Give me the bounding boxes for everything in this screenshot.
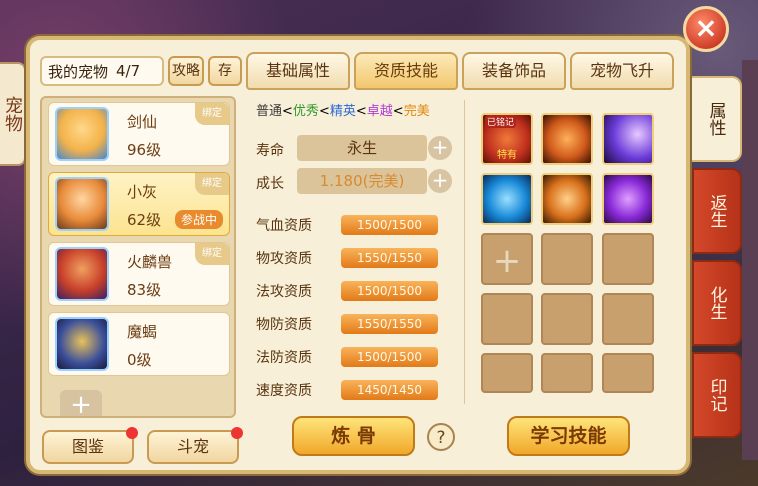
pet-name: 魔蝎 [127, 323, 158, 341]
quality-good: 优秀 [292, 104, 319, 119]
growth-label: 成长 [256, 176, 284, 192]
aptitude-label: 物防资质 [256, 317, 312, 333]
aptitude-label: 气血资质 [256, 218, 312, 234]
quality-separator: < [282, 104, 293, 119]
empty-skill-slot[interactable] [541, 353, 593, 393]
side-tab-rebirth[interactable]: 返生 [692, 168, 742, 254]
plus-icon: + [492, 241, 522, 281]
quality-separator: < [392, 104, 404, 119]
skill-icon[interactable] [541, 173, 593, 225]
handbook-button[interactable]: 图鉴 [42, 427, 138, 464]
pet-count: 4/7 [116, 62, 141, 80]
plus-icon: + [70, 390, 92, 418]
pet-list: 剑仙 96级 绑定 小灰 62级 绑定 参战中 火麟兽 83级 绑定 魔蝎 0级… [40, 96, 236, 418]
pet-count-box: 我的宠物 4/7 [40, 56, 164, 86]
aptitude-value: 1550/1550 [341, 248, 438, 268]
pet-list-item[interactable]: 火麟兽 83级 绑定 [48, 242, 230, 306]
store-button[interactable]: 存 [208, 56, 242, 86]
add-skill-slot[interactable]: + [481, 233, 533, 285]
aptitude-label: 法防资质 [256, 350, 312, 366]
refine-bone-button[interactable]: 炼 骨 [292, 416, 415, 456]
aptitude-label: 速度资质 [256, 383, 312, 399]
skill-icon[interactable] [602, 173, 654, 225]
quality-normal: 普通 [256, 104, 283, 119]
empty-skill-slot[interactable] [481, 293, 533, 345]
lifespan-label: 寿命 [256, 143, 284, 159]
notification-dot [126, 427, 138, 439]
pet-level: 0级 [127, 351, 152, 369]
empty-skill-slot[interactable] [602, 353, 654, 393]
plus-icon: + [431, 135, 449, 159]
left-edge-label: 宠物 [0, 62, 26, 166]
aptitude-value: 1500/1500 [341, 281, 438, 301]
pet-list-item[interactable]: 小灰 62级 绑定 参战中 [48, 172, 230, 236]
skill-icon[interactable] [602, 113, 654, 165]
close-button[interactable]: × [683, 6, 729, 52]
pet-battle-label: 斗宠 [176, 437, 209, 456]
bound-tag: 绑定 [195, 243, 229, 265]
pet-name: 剑仙 [127, 113, 158, 131]
quality-separator: < [318, 104, 330, 119]
quality-perfect: 完美 [403, 104, 430, 119]
lifespan-plus-button[interactable]: + [428, 136, 452, 160]
growth-plus-button[interactable]: + [428, 169, 452, 193]
aptitude-value: 1500/1500 [341, 215, 438, 235]
right-background [742, 60, 758, 460]
guide-button[interactable]: 攻略 [168, 56, 204, 86]
tab-basic-attributes[interactable]: 基础属性 [246, 52, 350, 90]
pet-level: 96级 [127, 141, 162, 159]
remembered-badge: 已铭记 [485, 115, 517, 128]
quality-separator: < [355, 104, 367, 119]
aptitude-label: 法攻资质 [256, 284, 312, 300]
side-tab-transform[interactable]: 化生 [692, 260, 742, 346]
in-battle-badge: 参战中 [174, 210, 223, 229]
quality-legend: 普通<优秀<精英<卓越<完美 [256, 100, 430, 119]
bound-tag: 绑定 [195, 103, 229, 125]
aptitude-value: 1450/1450 [341, 380, 438, 400]
skill-icon[interactable]: 已铭记 特有 [481, 113, 533, 165]
pet-name: 小灰 [127, 183, 158, 201]
aptitude-label: 物攻资质 [256, 251, 312, 267]
pet-list-item[interactable]: 魔蝎 0级 [48, 312, 230, 376]
learn-skill-button[interactable]: 学习技能 [507, 416, 630, 456]
empty-skill-slot[interactable] [481, 353, 533, 393]
notification-dot [231, 427, 243, 439]
handbook-label: 图鉴 [71, 437, 104, 456]
tab-equipment[interactable]: 装备饰品 [462, 52, 566, 90]
pet-avatar [55, 107, 109, 161]
skill-icon[interactable] [481, 173, 533, 225]
pet-avatar [55, 317, 109, 371]
empty-skill-slot[interactable] [541, 233, 593, 285]
pet-name: 火麟兽 [127, 253, 173, 271]
pet-battle-button[interactable]: 斗宠 [147, 427, 243, 464]
exclusive-label: 特有 [497, 150, 517, 161]
add-pet-slot[interactable]: + [60, 390, 102, 418]
side-tab-imprint[interactable]: 印记 [692, 352, 742, 438]
pet-level: 83级 [127, 281, 162, 299]
pet-level: 62级 [127, 211, 162, 229]
bound-tag: 绑定 [195, 173, 229, 195]
help-button[interactable]: ? [427, 423, 455, 451]
aptitude-value: 1500/1500 [341, 347, 438, 367]
empty-skill-slot[interactable] [602, 293, 654, 345]
pet-list-item[interactable]: 剑仙 96级 绑定 [48, 102, 230, 166]
lifespan-value: 永生 [297, 135, 427, 161]
pet-avatar [55, 177, 109, 231]
growth-value: 1.180(完美) [297, 168, 427, 194]
pet-avatar [55, 247, 109, 301]
aptitude-value: 1550/1550 [341, 314, 438, 334]
pet-list-title: 我的宠物 [48, 62, 109, 81]
tab-pet-ascension[interactable]: 宠物飞升 [570, 52, 674, 90]
skill-icon[interactable] [541, 113, 593, 165]
quality-excellent: 卓越 [366, 104, 393, 119]
tab-aptitude-skills[interactable]: 资质技能 [354, 52, 458, 90]
empty-skill-slot[interactable] [541, 293, 593, 345]
section-divider [464, 100, 465, 404]
side-tab-attributes[interactable]: 属性 [692, 76, 742, 162]
plus-icon: + [431, 168, 449, 192]
quality-elite: 精英 [329, 104, 356, 119]
empty-skill-slot[interactable] [602, 233, 654, 285]
